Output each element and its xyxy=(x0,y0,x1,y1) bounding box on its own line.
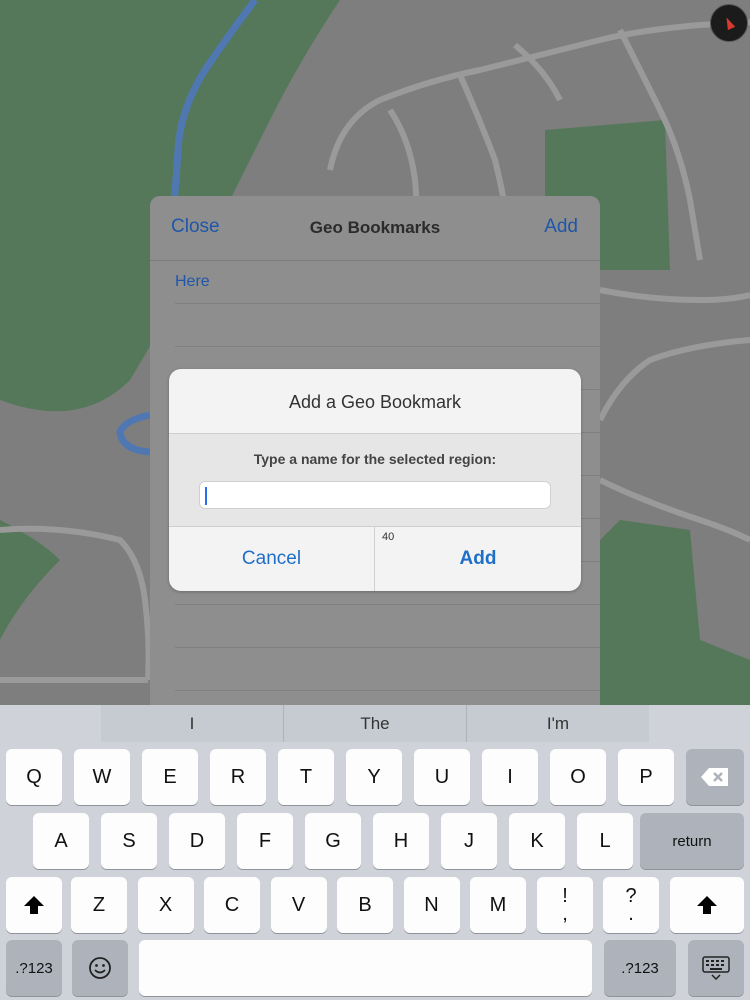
key-c[interactable]: C xyxy=(204,877,260,933)
key-w[interactable]: W xyxy=(74,749,130,805)
bookmark-row[interactable] xyxy=(175,304,600,347)
key-x[interactable]: X xyxy=(137,877,194,933)
bookmark-row[interactable]: Here xyxy=(175,261,600,304)
bookmark-row[interactable] xyxy=(175,605,600,648)
key-s[interactable]: S xyxy=(101,813,157,869)
emoji-icon xyxy=(89,957,111,979)
shift-icon xyxy=(697,896,717,914)
key-b[interactable]: B xyxy=(337,877,393,933)
key-f[interactable]: F xyxy=(237,813,293,869)
key-g[interactable]: G xyxy=(305,813,361,869)
key-k[interactable]: K xyxy=(509,813,565,869)
bookmark-name-input[interactable] xyxy=(199,481,551,509)
alert-body: Type a name for the selected region: xyxy=(169,434,581,526)
key-v[interactable]: V xyxy=(270,877,327,933)
key-exclamation[interactable]: ! , xyxy=(537,877,593,933)
popover-header: Close Geo Bookmarks Add xyxy=(150,196,600,261)
add-button[interactable]: Add xyxy=(375,527,581,591)
return-key[interactable]: return xyxy=(640,813,744,869)
key-d[interactable]: D xyxy=(169,813,225,869)
suggestion-2[interactable]: The xyxy=(284,705,466,742)
key-r[interactable]: R xyxy=(210,749,266,805)
key-y[interactable]: Y xyxy=(346,749,402,805)
alert-title: Add a Geo Bookmark xyxy=(288,392,462,412)
key-e[interactable]: E xyxy=(142,749,198,805)
emoji-key[interactable] xyxy=(72,940,128,996)
key-q[interactable]: Q xyxy=(6,749,62,805)
key-p[interactable]: P xyxy=(618,749,674,805)
numbers-key-right[interactable]: .?123 xyxy=(604,940,676,996)
alert-message: Type a name for the selected region: xyxy=(253,451,497,467)
compass-button[interactable] xyxy=(710,4,748,42)
keyboard: I The I'm Q W E R T Y U I O P A S D F G H J K Lreturn Z X C V B… xyxy=(0,705,750,1000)
hide-keyboard-key[interactable] xyxy=(688,940,744,996)
key-h[interactable]: H xyxy=(373,813,429,869)
text-caret xyxy=(205,487,207,505)
suggestion-3[interactable]: I'm xyxy=(467,705,649,742)
delete-key[interactable] xyxy=(686,749,744,805)
backspace-icon xyxy=(701,768,728,786)
key-m[interactable]: M xyxy=(470,877,526,933)
bookmark-row[interactable] xyxy=(175,648,600,691)
key-t[interactable]: T xyxy=(278,749,334,805)
cancel-button[interactable]: Cancel xyxy=(169,527,374,591)
key-u[interactable]: U xyxy=(414,749,470,805)
add-bookmark-button[interactable]: Add xyxy=(544,216,578,238)
key-j[interactable]: J xyxy=(441,813,497,869)
key-z[interactable]: Z xyxy=(71,877,127,933)
shift-key-right[interactable] xyxy=(670,877,744,933)
key-question[interactable]: ? . xyxy=(603,877,659,933)
numbers-key[interactable]: .?123 xyxy=(6,940,62,996)
key-o[interactable]: O xyxy=(550,749,606,805)
key-i[interactable]: I xyxy=(482,749,538,805)
suggestion-1[interactable]: I xyxy=(101,705,283,742)
shift-icon xyxy=(24,896,44,914)
shift-key-left[interactable] xyxy=(6,877,62,933)
keyboard-hide-icon xyxy=(702,956,730,980)
compass-icon xyxy=(722,15,736,31)
space-key[interactable] xyxy=(139,940,592,996)
key-a[interactable]: A xyxy=(33,813,89,869)
key-n[interactable]: N xyxy=(403,877,460,933)
popover-title: Geo Bookmarks xyxy=(309,218,441,237)
add-bookmark-alert: Add a Geo Bookmark Type a name for the s… xyxy=(169,369,581,591)
character-counter: 40 xyxy=(382,531,395,543)
key-l[interactable]: L xyxy=(577,813,633,869)
